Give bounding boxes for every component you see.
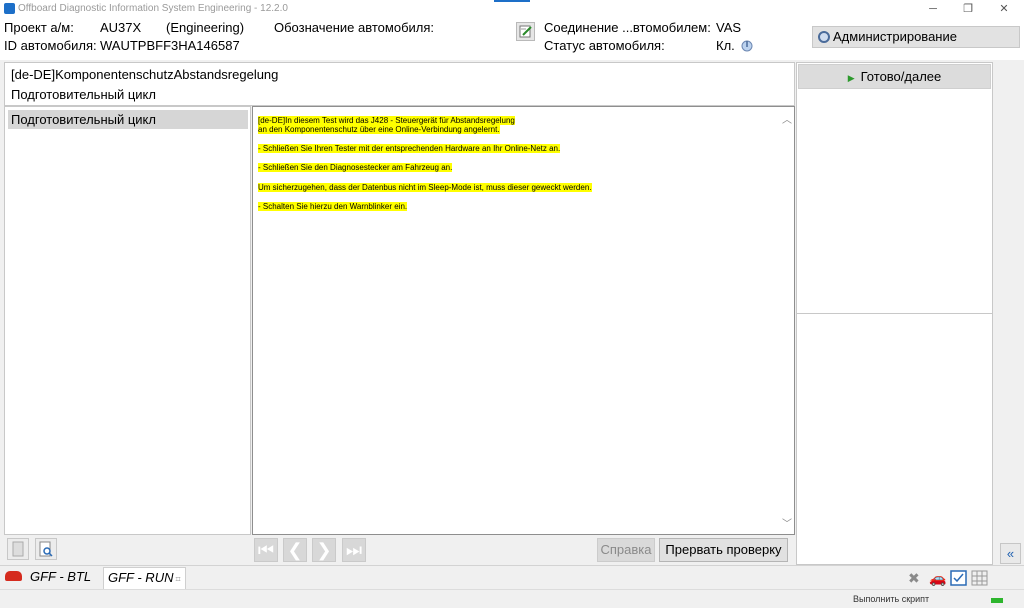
abort-test-button[interactable]: Прервать проверку: [659, 538, 788, 562]
window-title: Offboard Diagnostic Information System E…: [18, 3, 288, 14]
vehicle-id-label: ID автомобиля:: [4, 38, 97, 53]
instruction-area[interactable]: [de-DE]In diesem Test wird das J428 - St…: [252, 106, 795, 535]
tab-pin-icon[interactable]: ⌗: [175, 574, 180, 584]
project-value: AU37X: [100, 20, 142, 35]
steps-list: Подготовительный цикл: [4, 106, 251, 535]
connection-value: VAS: [716, 20, 742, 35]
tab-label: GFF - BTL: [30, 569, 92, 584]
first-step-button[interactable]: ⏮: [254, 538, 278, 562]
status-label: Статус автомобиля:: [544, 38, 665, 53]
help-button[interactable]: Справка: [597, 538, 655, 562]
next-step-button[interactable]: ❯: [312, 538, 336, 562]
ready-next-button[interactable]: ▶ Готово/далее: [798, 64, 991, 89]
grid-icon[interactable]: [971, 570, 988, 586]
maximize-button[interactable]: ❐: [950, 0, 986, 18]
ignition-icon: [741, 40, 753, 52]
admin-button[interactable]: Администрирование: [812, 26, 1020, 48]
play-icon: ▶: [847, 73, 855, 83]
instruction-line: - Schalten Sie hierzu den Warnblinker ei…: [258, 202, 408, 211]
status-bar: Выполнить скрипт: [0, 589, 1024, 608]
title-bar: Offboard Diagnostic Information System E…: [0, 0, 1024, 18]
admin-button-label: Администрирование: [833, 29, 957, 44]
search-document-icon[interactable]: [35, 538, 57, 560]
connection-indicator: [991, 598, 1003, 603]
status-value: Кл.: [716, 38, 735, 53]
tab-gff-run[interactable]: GFF - RUN ⌗: [103, 567, 186, 589]
status-text: Выполнить скрипт: [853, 594, 930, 604]
last-step-button[interactable]: ⏭: [342, 538, 366, 562]
scroll-up-icon[interactable]: ︿: [782, 111, 792, 126]
title-accent: [494, 0, 530, 2]
grid-glyph: [971, 570, 988, 586]
instruction-line: [de-DE]In diesem Test wird das J428 - St…: [258, 116, 515, 125]
car-icon: [5, 571, 22, 581]
tools-icon[interactable]: ✖: [908, 570, 920, 586]
checklist-icon[interactable]: [950, 570, 967, 586]
project-label: Проект а/м:: [4, 20, 74, 35]
document-icon-glyph: [12, 541, 24, 557]
panel-divider: [797, 313, 992, 314]
bottom-toolbar: ⏮ ❮ ❯ ⏭ Справка Прервать проверку: [4, 536, 795, 565]
magnifier-icon: [39, 541, 53, 557]
previous-step-button[interactable]: ❮: [283, 538, 307, 562]
tab-label: GFF - RUN: [108, 570, 174, 585]
tab-gff-btl[interactable]: GFF - BTL: [26, 567, 95, 589]
vehicle-id-value: WAUTPBFF3HA146587: [100, 38, 240, 53]
checklist-glyph: [950, 570, 967, 586]
vehicle-icon[interactable]: 🚗: [929, 570, 946, 586]
collapse-icon[interactable]: «: [1000, 543, 1021, 564]
action-panel: ▶ Готово/далее: [796, 62, 993, 565]
close-button[interactable]: ✕: [986, 0, 1022, 18]
project-mode: (Engineering): [166, 20, 245, 35]
connection-label: Соединение ...втомобилем:: [544, 20, 711, 35]
instruction-line: - Schließen Sie den Diagnosestecker am F…: [258, 163, 453, 172]
vertical-scrollbar[interactable]: ︿ ﹀: [780, 107, 794, 534]
instruction-line: - Schließen Sie Ihren Tester mit der ent…: [258, 144, 561, 153]
test-title: [de-DE]KomponentenschutzAbstandsregelung: [11, 67, 279, 82]
ready-next-label: Готово/далее: [860, 69, 942, 84]
edit-vehicle-button[interactable]: [516, 22, 535, 41]
designation-label: Обозначение автомобиля:: [274, 20, 435, 35]
document-icon[interactable]: [7, 538, 29, 560]
session-tabs: GFF - BTL GFF - RUN ⌗: [0, 565, 1024, 589]
instruction-line: Um sicherzugehen, dass der Datenbus nich…: [258, 183, 592, 192]
minimize-button[interactable]: ─: [915, 0, 951, 18]
admin-icon: [818, 31, 830, 43]
instruction-line: an den Komponentenschutz über eine Onlin…: [258, 125, 500, 134]
list-item[interactable]: Подготовительный цикл: [8, 110, 248, 129]
test-title-panel: [de-DE]KomponentenschutzAbstandsregelung…: [4, 62, 795, 106]
test-subtitle: Подготовительный цикл: [11, 87, 156, 102]
app-icon: [4, 3, 15, 14]
edit-icon: [519, 25, 532, 38]
scroll-down-icon[interactable]: ﹀: [782, 515, 792, 530]
